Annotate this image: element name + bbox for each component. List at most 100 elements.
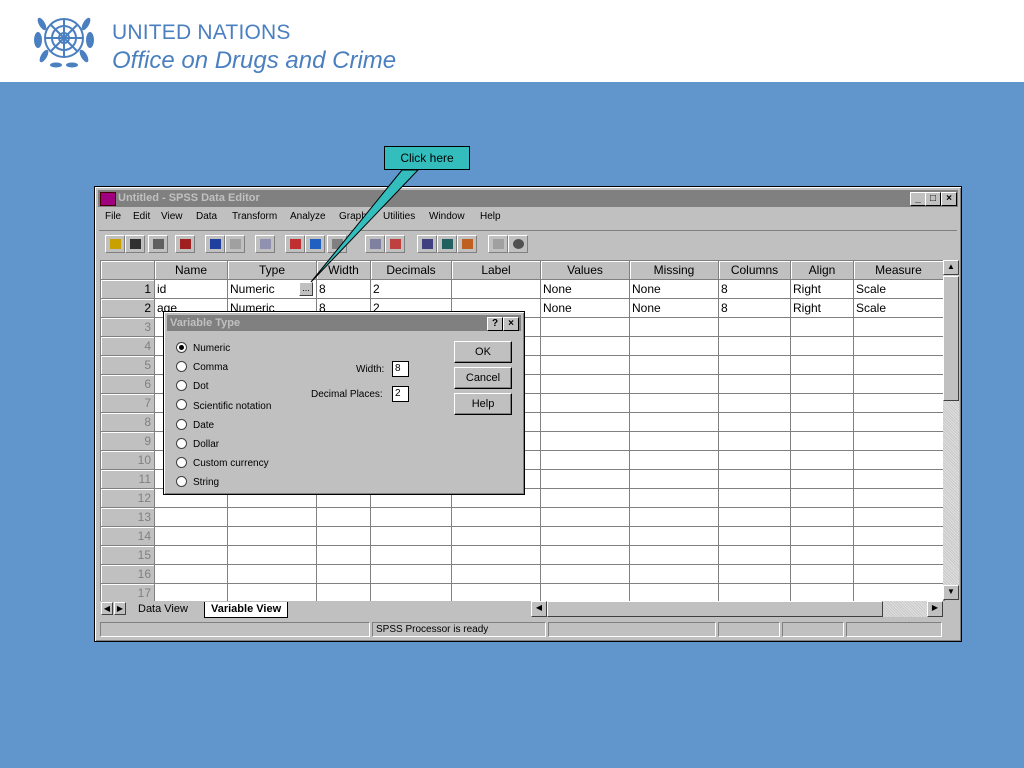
cell-missing[interactable] (630, 394, 719, 413)
cell-width[interactable] (317, 508, 371, 527)
cell-align[interactable] (791, 413, 854, 432)
tab-data-view[interactable]: Data View (138, 602, 188, 617)
column-header-width[interactable]: Width (317, 261, 371, 280)
help-button[interactable]: Help (454, 393, 512, 415)
row-number[interactable]: 5 (101, 356, 155, 375)
radio-dot[interactable]: Dot (176, 380, 209, 394)
radio-button-icon[interactable] (176, 399, 187, 411)
radio-numeric[interactable]: Numeric (176, 341, 230, 356)
cell-columns[interactable] (719, 356, 791, 375)
scroll-up-arrow-icon[interactable]: ▲ (943, 260, 959, 275)
menu-file[interactable]: File (105, 211, 121, 222)
cell-type[interactable]: Numeric... (228, 280, 317, 299)
cell-columns[interactable] (719, 546, 791, 565)
row-number[interactable]: 14 (101, 527, 155, 546)
cell-align[interactable] (791, 394, 854, 413)
cell-missing[interactable] (630, 470, 719, 489)
column-header-measure[interactable]: Measure (854, 261, 944, 280)
cell-missing[interactable] (630, 413, 719, 432)
radio-dollar[interactable]: Dollar (176, 437, 219, 452)
value-labels-button[interactable] (488, 235, 508, 253)
radio-button-icon[interactable] (176, 476, 187, 488)
column-header-type[interactable]: Type (228, 261, 317, 280)
cell-missing[interactable] (630, 565, 719, 584)
cell-type[interactable] (228, 565, 317, 584)
cancel-button[interactable]: Cancel (454, 367, 512, 389)
cell-missing[interactable] (630, 337, 719, 356)
cell-align[interactable]: Right (791, 299, 854, 318)
row-number[interactable]: 12 (101, 489, 155, 508)
menu-transform[interactable]: Transform (232, 211, 277, 222)
width-input[interactable]: 8 (392, 361, 409, 377)
row-number[interactable]: 6 (101, 375, 155, 394)
cell-align[interactable] (791, 356, 854, 375)
cell-measure[interactable] (854, 451, 944, 470)
decimal-places-input[interactable]: 2 (392, 386, 409, 402)
cell-measure[interactable] (854, 546, 944, 565)
cell-columns[interactable] (719, 489, 791, 508)
use-sets-button[interactable] (508, 235, 528, 253)
cell-columns[interactable] (719, 584, 791, 601)
cell-values[interactable] (541, 565, 630, 584)
variables-button[interactable] (305, 235, 325, 253)
cell-label[interactable] (452, 527, 541, 546)
cell-columns[interactable] (719, 337, 791, 356)
cell-columns[interactable] (719, 527, 791, 546)
scroll-down-arrow-icon[interactable]: ▼ (943, 585, 959, 600)
cell-values[interactable] (541, 470, 630, 489)
row-number[interactable]: 11 (101, 470, 155, 489)
select-cases-button[interactable] (457, 235, 477, 253)
cell-measure[interactable] (854, 413, 944, 432)
cell-label[interactable] (452, 280, 541, 299)
type-ellipsis-button[interactable]: ... (299, 282, 313, 296)
cell-values[interactable]: None (541, 299, 630, 318)
cell-decimals[interactable] (371, 508, 452, 527)
row-number[interactable]: 13 (101, 508, 155, 527)
insert-variable-button[interactable] (385, 235, 405, 253)
cell-measure[interactable] (854, 489, 944, 508)
column-header-label[interactable]: Label (452, 261, 541, 280)
cell-columns[interactable] (719, 508, 791, 527)
cell-name[interactable] (155, 527, 228, 546)
menu-edit[interactable]: Edit (133, 211, 150, 222)
cell-missing[interactable] (630, 318, 719, 337)
dialog-titlebar[interactable]: Variable Type ? × (167, 315, 521, 331)
tab-variable-view[interactable]: Variable View (204, 602, 289, 618)
horizontal-scroll-thumb[interactable] (547, 601, 883, 617)
cell-align[interactable]: Right (791, 280, 854, 299)
find-button[interactable] (327, 235, 347, 253)
cell-missing[interactable] (630, 527, 719, 546)
row-number[interactable]: 8 (101, 413, 155, 432)
cell-align[interactable] (791, 584, 854, 601)
menu-data[interactable]: Data (196, 211, 217, 222)
scroll-right-arrow-icon[interactable]: ▶ (927, 601, 943, 617)
cell-label[interactable] (452, 565, 541, 584)
row-number[interactable]: 4 (101, 337, 155, 356)
cell-align[interactable] (791, 375, 854, 394)
cell-values[interactable] (541, 489, 630, 508)
cell-name[interactable] (155, 508, 228, 527)
row-number[interactable]: 15 (101, 546, 155, 565)
cell-measure[interactable] (854, 356, 944, 375)
column-header-columns[interactable]: Columns (719, 261, 791, 280)
cell-width[interactable] (317, 527, 371, 546)
cell-missing[interactable] (630, 584, 719, 601)
cell-type[interactable] (228, 546, 317, 565)
cell-label[interactable] (452, 546, 541, 565)
cell-missing[interactable] (630, 489, 719, 508)
radio-scientific-notation[interactable]: Scientific notation (176, 399, 271, 414)
cell-name[interactable] (155, 546, 228, 565)
weight-cases-button[interactable] (437, 235, 457, 253)
cell-missing[interactable] (630, 451, 719, 470)
cell-measure[interactable]: Scale (854, 280, 944, 299)
save-button[interactable] (125, 235, 145, 253)
cell-values[interactable] (541, 375, 630, 394)
cell-decimals[interactable] (371, 584, 452, 601)
goto-chart-button[interactable] (255, 235, 275, 253)
column-header-align[interactable]: Align (791, 261, 854, 280)
row-number[interactable]: 3 (101, 318, 155, 337)
vertical-scroll-thumb[interactable] (943, 276, 959, 401)
cell-decimals[interactable] (371, 565, 452, 584)
row-number[interactable]: 9 (101, 432, 155, 451)
split-file-button[interactable] (417, 235, 437, 253)
